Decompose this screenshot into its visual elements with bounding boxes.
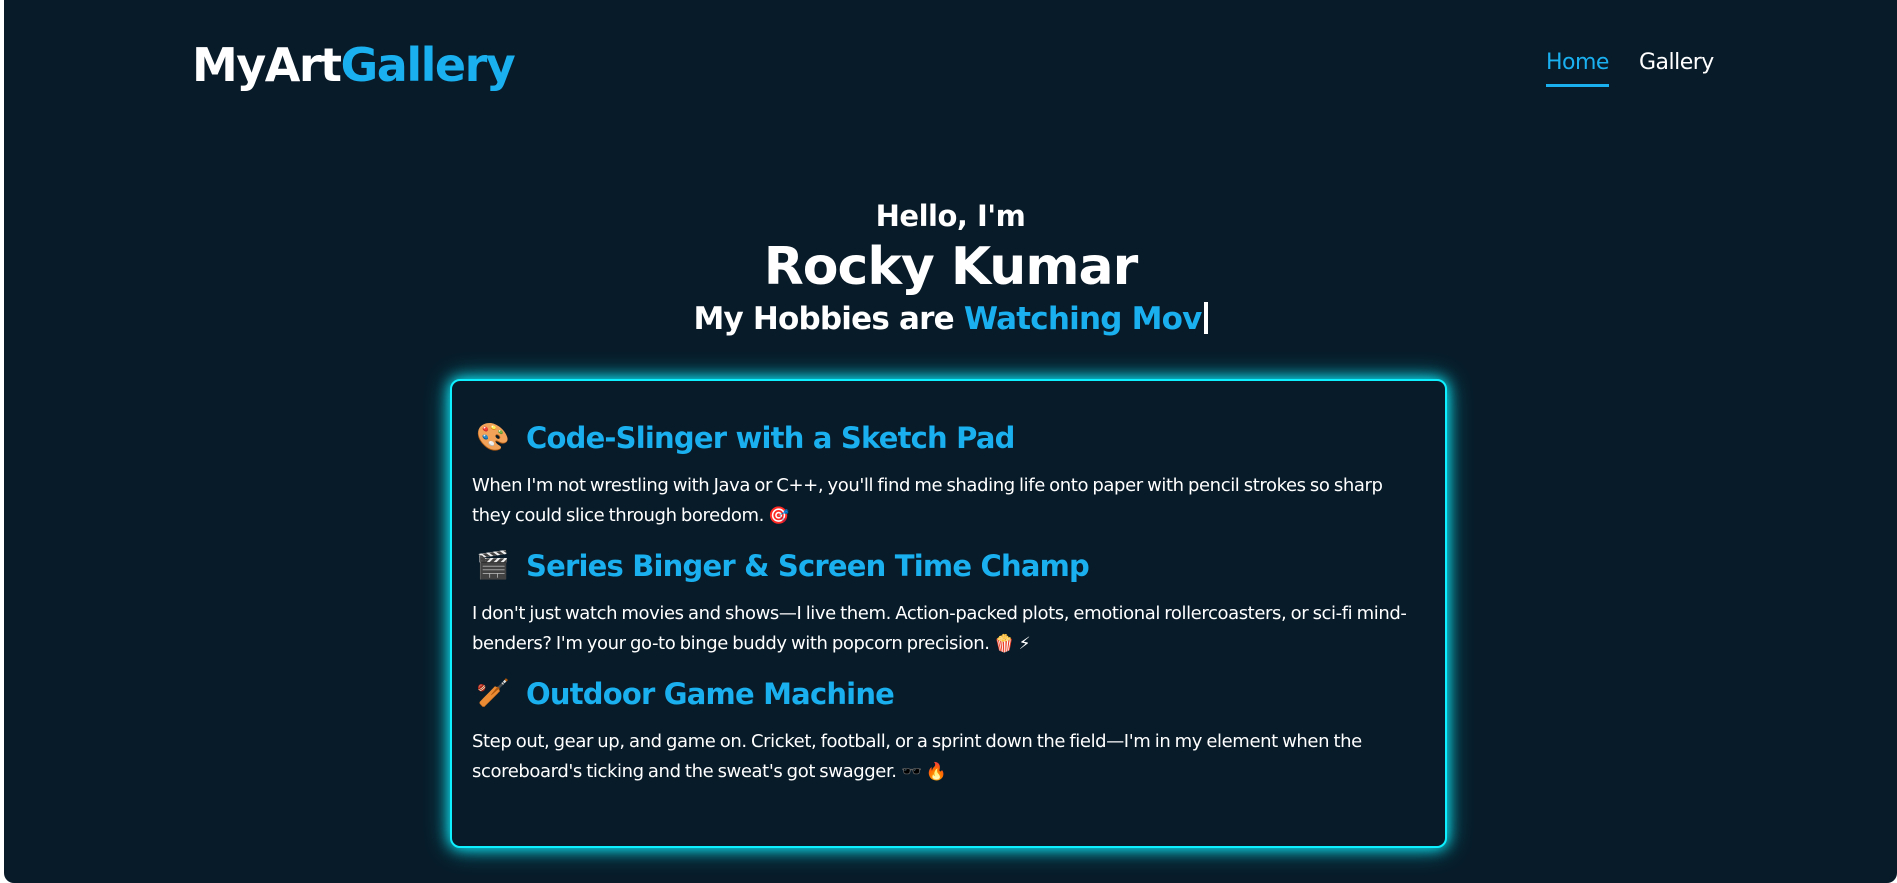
site-logo[interactable]: MyArtGallery — [192, 30, 516, 100]
hero-name: Rocky Kumar — [763, 237, 1139, 297]
hobby-description: I don't just watch movies and shows—I li… — [472, 599, 1425, 659]
logo-text-main: MyArt — [192, 38, 342, 92]
hobby-description: Step out, gear up, and game on. Cricket,… — [472, 727, 1425, 787]
hobby-description-text: When I'm not wrestling with Java or C++,… — [472, 475, 1383, 526]
clapperboard-icon: 🎬 — [476, 550, 510, 581]
hobbies-prefix: My Hobbies are — [693, 301, 964, 337]
hobby-title: 🎬 Series Binger & Screen Time Champ — [472, 545, 1425, 587]
main-nav: Home Gallery — [1546, 46, 1714, 87]
palette-icon: 🎨 — [476, 422, 510, 453]
nav-link-home[interactable]: Home — [1546, 46, 1609, 87]
hobby-title-text: Code-Slinger with a Sketch Pad — [526, 421, 1015, 455]
hero-section: Hello, I'm Rocky Kumar My Hobbies are Wa… — [4, 196, 1897, 340]
hero-greeting: Hello, I'm — [875, 199, 1026, 233]
hobby-description-text: I don't just watch movies and shows—I li… — [472, 603, 1407, 654]
hobby-section: 🏏 Outdoor Game Machine Step out, gear up,… — [472, 673, 1425, 787]
page-viewport: MyArtGallery Home Gallery Hello, I'm Roc… — [4, 0, 1897, 883]
target-icon: 🎯 — [768, 506, 790, 526]
hobbies-typed-text: Watching Mov — [963, 301, 1203, 337]
hobby-description: When I'm not wrestling with Java or C++,… — [472, 471, 1425, 531]
sunglasses-fire-icon: 🕶️ 🔥 — [900, 762, 947, 782]
popcorn-lightning-icon: 🍿 ⚡ — [993, 634, 1031, 654]
hobby-title: 🎨 Code-Slinger with a Sketch Pad — [472, 417, 1425, 459]
cricket-bat-icon: 🏏 — [476, 678, 510, 709]
hobbies-card: 🎨 Code-Slinger with a Sketch Pad When I'm… — [450, 379, 1447, 848]
hobby-title-text: Series Binger & Screen Time Champ — [526, 549, 1090, 583]
hobby-section: 🎨 Code-Slinger with a Sketch Pad When I'm… — [472, 417, 1425, 531]
typing-caret — [1203, 302, 1208, 334]
hobby-title-text: Outdoor Game Machine — [526, 677, 895, 711]
hobby-title: 🏏 Outdoor Game Machine — [472, 673, 1425, 715]
hobby-section: 🎬 Series Binger & Screen Time Champ I don… — [472, 545, 1425, 659]
logo-text-accent: Gallery — [340, 38, 516, 92]
hero-hobbies-line: My Hobbies are Watching Mov — [4, 298, 1897, 340]
nav-link-gallery[interactable]: Gallery — [1639, 46, 1714, 87]
